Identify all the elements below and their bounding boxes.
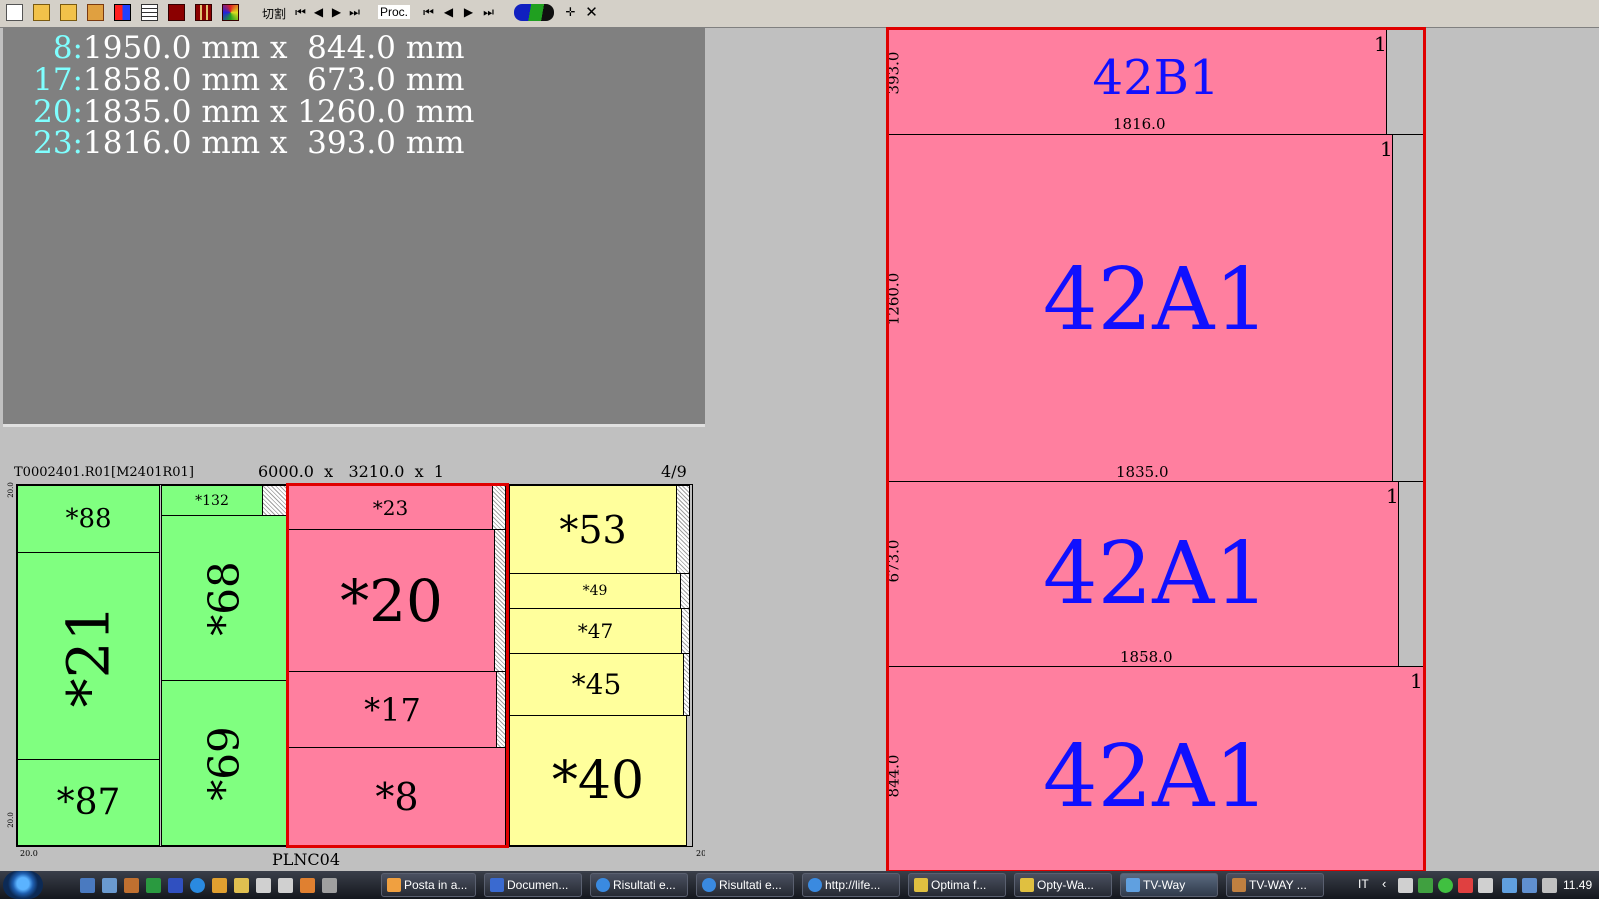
tray-icon[interactable]	[1398, 878, 1413, 893]
waste-area	[262, 485, 288, 516]
info-line: 17:1858.0 mm x 673.0 mm	[33, 62, 465, 98]
waste-area	[680, 573, 690, 609]
mail-icon[interactable]	[212, 878, 227, 893]
proc-label[interactable]: Proc.	[378, 5, 411, 19]
piece-label: *21	[54, 604, 123, 708]
last-icon[interactable]: ⏭	[480, 4, 497, 21]
new-file-icon[interactable]	[6, 4, 23, 21]
tray-icon[interactable]	[1458, 878, 1473, 893]
taskbar-item[interactable]: http://life...	[802, 873, 900, 897]
layout-name: PLNC04	[272, 850, 340, 869]
mail-icon	[387, 878, 401, 892]
browser-icon[interactable]	[190, 878, 205, 893]
info-line: 20:1835.0 mm x 1260.0 mm	[33, 94, 475, 130]
language-indicator[interactable]: IT	[1358, 877, 1369, 891]
info-line: 23:1816.0 mm x 393.0 mm	[33, 125, 465, 161]
piece-53[interactable]: *53	[509, 485, 677, 574]
piece-68[interactable]: *68	[161, 515, 287, 681]
app-icon	[1232, 878, 1246, 892]
piece-132[interactable]: *132	[161, 485, 263, 516]
edge-trim-label: 20.0	[6, 482, 15, 498]
app-icon	[1126, 878, 1140, 892]
open-folder-icon[interactable]	[33, 4, 50, 21]
taskbar-item[interactable]: Documen...	[484, 873, 582, 897]
piece-87[interactable]: *87	[17, 759, 160, 846]
start-button[interactable]	[3, 871, 43, 899]
folder-icon	[1020, 878, 1034, 892]
taskbar-item[interactable]: Risultati e...	[590, 873, 688, 897]
first-icon[interactable]: ⏮	[420, 4, 437, 21]
waste-area	[676, 485, 690, 574]
network-icon[interactable]	[1502, 878, 1517, 893]
window-switch-icon[interactable]	[102, 878, 117, 893]
tool-icon[interactable]	[322, 878, 337, 893]
piece-label: *68	[199, 560, 249, 636]
tool-icon[interactable]	[514, 4, 554, 21]
sheet-dimensions: 6000.0 x 3210.0 x 1	[258, 462, 444, 481]
toolbar: 切割 ⏮ ◀ ▶ ⏭ Proc. ⏮ ◀ ▶ ⏭ ✛ ✕	[0, 0, 1599, 28]
cut-label[interactable]: 切割	[262, 5, 286, 22]
word-icon[interactable]	[168, 878, 183, 893]
edge-trim-label: 20.0	[6, 812, 15, 828]
tray-icon[interactable]	[1418, 878, 1433, 893]
taskbar-item[interactable]: Opty-Wa...	[1014, 873, 1112, 897]
piece-40[interactable]: *40	[509, 715, 687, 846]
first-icon[interactable]: ⏮	[292, 4, 309, 21]
waste-area	[683, 653, 690, 716]
piece-info-panel: 8:1950.0 mm x 844.0 mm 17:1858.0 mm x 67…	[3, 28, 707, 427]
page-indicator: 4/9	[661, 462, 687, 481]
close-icon[interactable]: ✕	[583, 4, 600, 21]
tray-icon[interactable]	[1438, 878, 1453, 893]
open-folder-icon[interactable]	[87, 4, 104, 21]
last-icon[interactable]: ⏭	[346, 4, 363, 21]
media-icon[interactable]	[300, 878, 315, 893]
volume-icon[interactable]	[1542, 878, 1557, 893]
selected-strip	[286, 483, 509, 848]
piece-47[interactable]: *47	[509, 608, 682, 654]
tray-icon[interactable]	[1478, 878, 1493, 893]
taskbar-item[interactable]: TV-Way	[1120, 873, 1218, 897]
prev-icon[interactable]: ◀	[310, 4, 327, 21]
taskbar-item[interactable]: Posta in a...	[381, 873, 476, 897]
taskbar-item[interactable]: Optima f...	[908, 873, 1006, 897]
word-icon	[490, 878, 504, 892]
selected-sheet-frame	[886, 27, 1426, 873]
list-icon[interactable]	[141, 4, 158, 21]
taskbar-item[interactable]: Risultati e...	[696, 873, 794, 897]
calendar-icon[interactable]	[278, 878, 293, 893]
open-folder-icon[interactable]	[60, 4, 77, 21]
piece-21[interactable]: *21	[17, 552, 160, 760]
folder-icon	[914, 878, 928, 892]
waste-area	[681, 608, 690, 654]
network-icon[interactable]	[1522, 878, 1537, 893]
browser-icon	[808, 878, 822, 892]
piece-label: *69	[199, 725, 249, 801]
taskbar: Posta in a... Documen... Risultati e... …	[0, 871, 1599, 899]
explorer-icon[interactable]	[124, 878, 139, 893]
next-icon[interactable]: ▶	[328, 4, 345, 21]
piece-49[interactable]: *49	[509, 573, 681, 609]
taskbar-item[interactable]: TV-WAY ...	[1226, 873, 1324, 897]
messenger-icon[interactable]	[234, 878, 249, 893]
panel-icon[interactable]	[168, 4, 185, 21]
piece-88[interactable]: *88	[17, 485, 160, 553]
clock[interactable]: 11.49	[1563, 878, 1592, 892]
info-line: 8:1950.0 mm x 844.0 mm	[52, 30, 465, 66]
chevron-left-icon[interactable]: ‹	[1382, 876, 1386, 891]
show-desktop-icon[interactable]	[80, 878, 95, 893]
palette-icon[interactable]	[222, 4, 239, 21]
grid-icon[interactable]	[195, 4, 212, 21]
browser-icon	[596, 878, 610, 892]
calculator-icon[interactable]	[256, 878, 271, 893]
browser-icon	[702, 878, 716, 892]
layout-file: T0002401.R01[M2401R01]	[14, 465, 194, 480]
next-icon[interactable]: ▶	[460, 4, 477, 21]
crosshair-icon[interactable]: ✛	[562, 4, 579, 21]
prev-icon[interactable]: ◀	[440, 4, 457, 21]
piece-69[interactable]: *69	[161, 680, 287, 846]
piece-45[interactable]: *45	[509, 653, 684, 716]
excel-icon[interactable]	[146, 878, 161, 893]
edge-trim-label: 20.0	[20, 849, 38, 858]
color-icon[interactable]	[114, 4, 131, 21]
